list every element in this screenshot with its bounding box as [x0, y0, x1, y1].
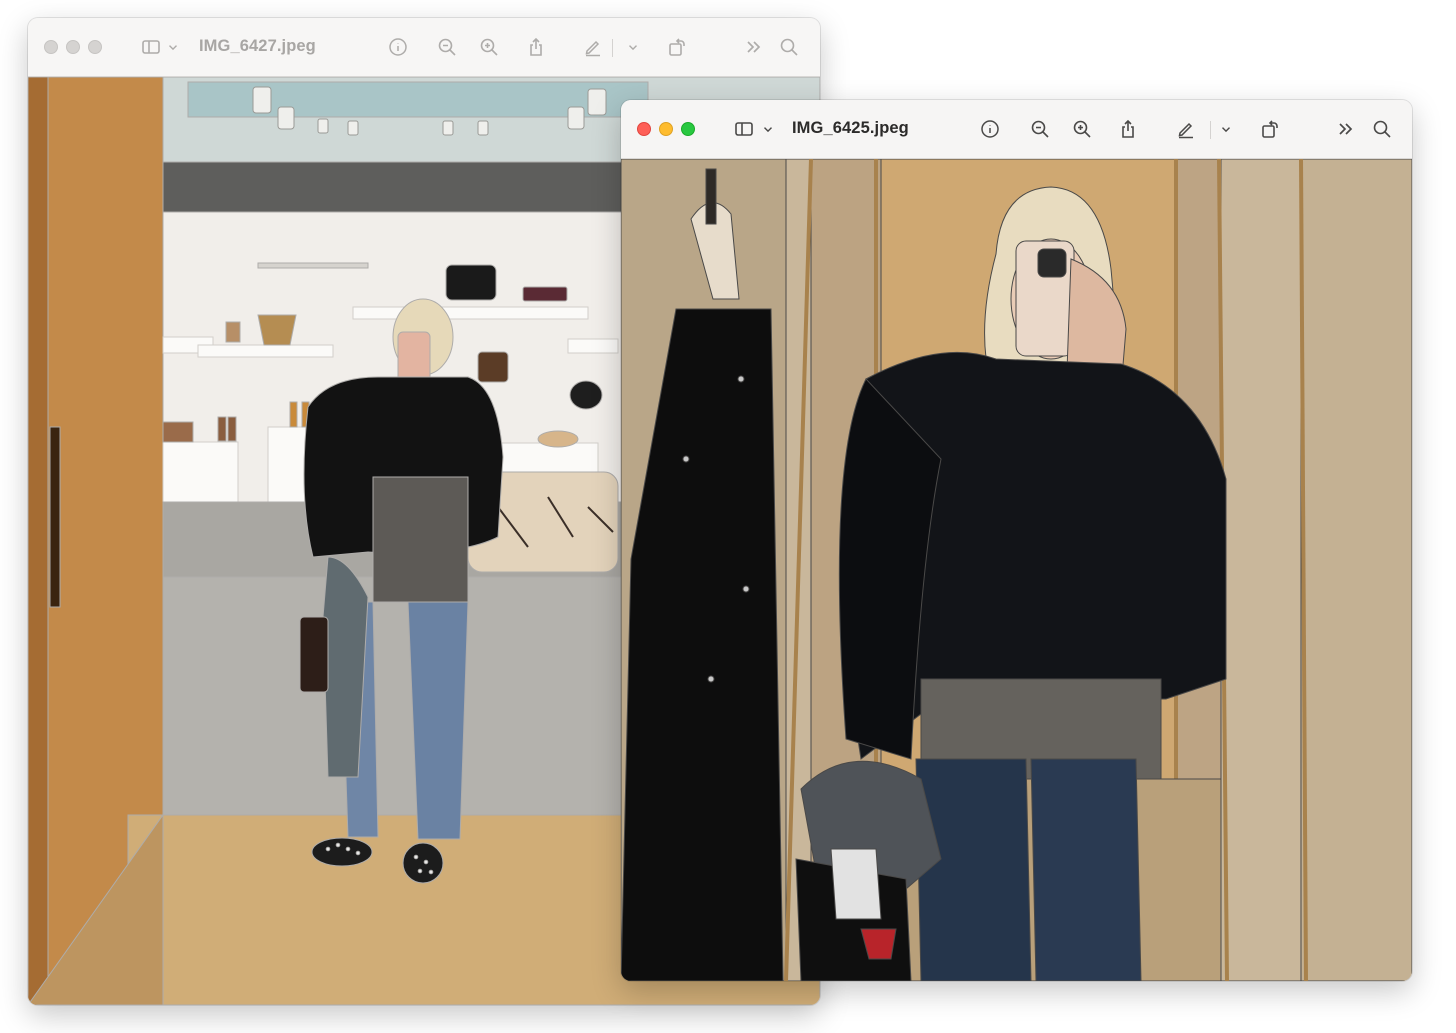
zoom-out-icon[interactable]	[1029, 118, 1051, 140]
photo-fitting-room	[621, 159, 1412, 981]
zoom-button[interactable]	[88, 40, 102, 54]
zoom-in-icon[interactable]	[1071, 118, 1093, 140]
markup-pen-icon[interactable]	[582, 36, 604, 58]
info-icon[interactable]	[979, 118, 1001, 140]
sidebar-icon[interactable]	[140, 36, 162, 58]
rotate-icon[interactable]	[666, 36, 688, 58]
titlebar[interactable]: IMG_6427.jpeg	[28, 18, 820, 77]
image-canvas	[621, 159, 1412, 981]
sidebar-icon[interactable]	[733, 118, 755, 140]
chevron-down-icon[interactable]	[166, 36, 180, 58]
search-icon[interactable]	[778, 36, 800, 58]
toolbar-separator	[612, 39, 613, 57]
markup-pen-icon[interactable]	[1175, 118, 1197, 140]
rotate-icon[interactable]	[1259, 118, 1281, 140]
traffic-lights[interactable]	[44, 40, 106, 54]
more-chevrons-icon[interactable]	[1335, 118, 1357, 140]
toolbar-separator	[1210, 121, 1211, 139]
chevron-down-icon[interactable]	[1219, 118, 1233, 140]
zoom-button[interactable]	[681, 122, 695, 136]
chevron-down-icon[interactable]	[626, 36, 640, 58]
window-title: IMG_6427.jpeg	[199, 37, 316, 55]
preview-window-front[interactable]: IMG_6425.jpeg	[621, 100, 1412, 981]
search-icon[interactable]	[1371, 118, 1393, 140]
info-icon[interactable]	[387, 36, 409, 58]
share-icon[interactable]	[525, 36, 547, 58]
close-button[interactable]	[44, 40, 58, 54]
zoom-out-icon[interactable]	[436, 36, 458, 58]
close-button[interactable]	[637, 122, 651, 136]
chevron-down-icon[interactable]	[761, 118, 775, 140]
minimize-button[interactable]	[659, 122, 673, 136]
more-chevrons-icon[interactable]	[743, 36, 765, 58]
zoom-in-icon[interactable]	[478, 36, 500, 58]
titlebar[interactable]: IMG_6425.jpeg	[621, 100, 1412, 159]
window-title: IMG_6425.jpeg	[792, 119, 909, 137]
minimize-button[interactable]	[66, 40, 80, 54]
share-icon[interactable]	[1117, 118, 1139, 140]
traffic-lights[interactable]	[637, 122, 699, 136]
